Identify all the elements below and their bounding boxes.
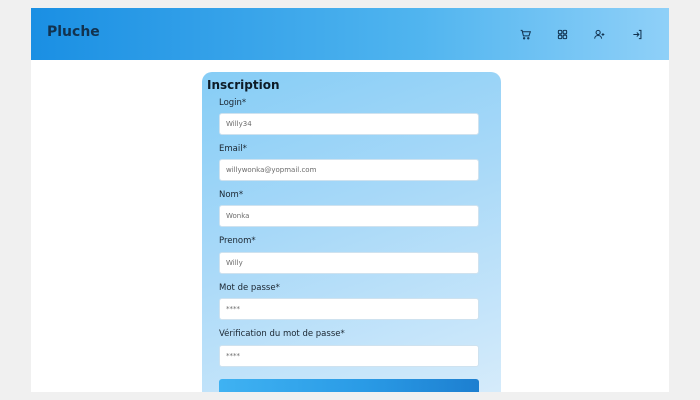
login-label: Login* xyxy=(219,98,247,108)
prenom-field[interactable] xyxy=(219,252,479,274)
password-confirm-field[interactable] xyxy=(219,345,479,367)
app-window: Pluche Inscription Login* Willy34 Email*… xyxy=(31,8,669,392)
prenom-label: Prenom* xyxy=(219,236,256,246)
email-field[interactable] xyxy=(219,159,479,181)
password-confirm-label: Vérification du mot de passe* xyxy=(219,329,345,339)
grid-icon[interactable] xyxy=(552,24,572,44)
login-field[interactable] xyxy=(219,113,479,135)
header-bar: Pluche xyxy=(31,8,669,60)
add-user-icon[interactable] xyxy=(589,24,609,44)
login-icon[interactable] xyxy=(627,24,647,44)
cart-icon[interactable] xyxy=(515,24,535,44)
registration-card: Inscription Login* Email* Nom* Prenom* M… xyxy=(202,72,501,392)
submit-button[interactable]: Envoyer xyxy=(219,379,479,392)
email-label: Email* xyxy=(219,144,247,154)
nom-field[interactable] xyxy=(219,205,479,227)
brand-logo[interactable]: Pluche xyxy=(47,24,100,40)
nom-label: Nom* xyxy=(219,190,244,200)
form-title: Inscription xyxy=(207,78,280,92)
password-label: Mot de passe* xyxy=(219,283,280,293)
password-field[interactable] xyxy=(219,298,479,320)
